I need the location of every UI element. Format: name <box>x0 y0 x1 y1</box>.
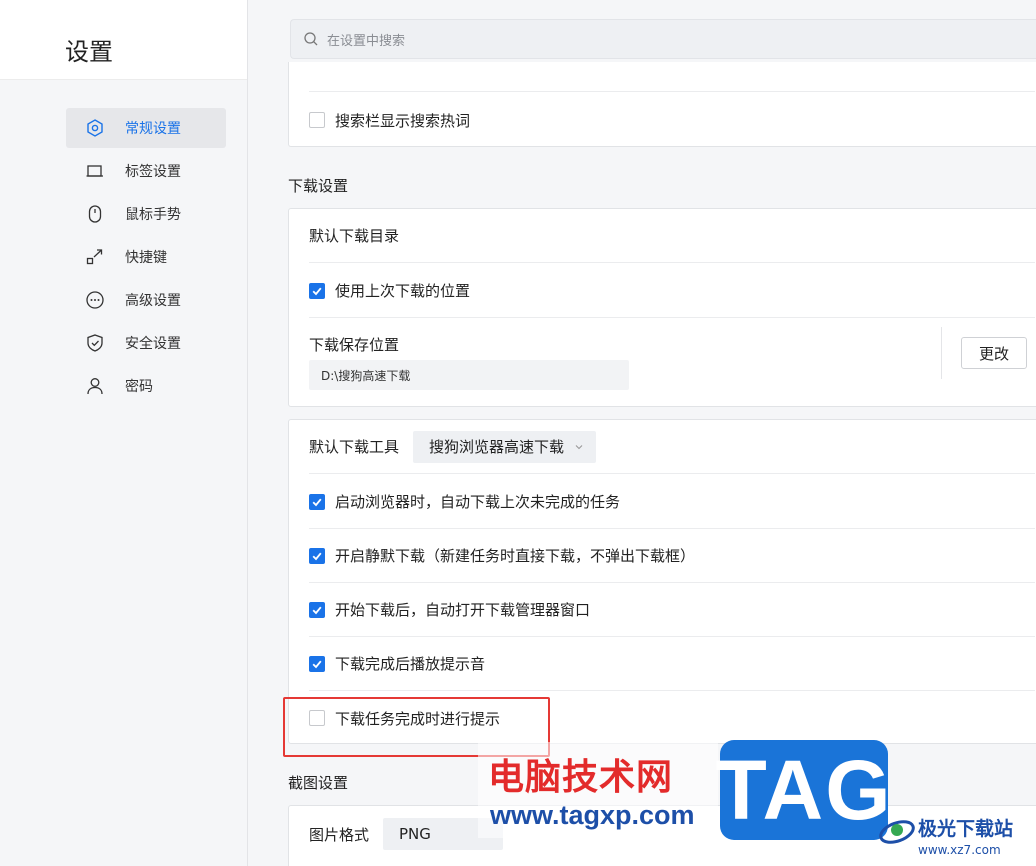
shortcut-icon <box>84 246 106 268</box>
download-section-title: 下载设置 <box>288 177 349 195</box>
sidebar-item-advanced[interactable]: 高级设置 <box>66 280 226 320</box>
search-hot-words-row[interactable]: 搜索栏显示搜索热词 <box>309 93 1035 147</box>
sidebar-item-passwords[interactable]: 密码 <box>66 366 226 406</box>
shield-icon <box>84 332 106 354</box>
check-icon <box>312 606 322 614</box>
divider <box>941 327 942 379</box>
sidebar-item-general[interactable]: 常规设置 <box>66 108 226 148</box>
tab-icon <box>84 160 106 182</box>
check-icon <box>312 498 322 506</box>
notify-complete-checkbox[interactable] <box>309 710 325 726</box>
download-dir-card: 默认下载目录 使用上次下载的位置 下载保存位置 D:\搜狗高速下载 更改 <box>288 208 1036 407</box>
save-location-label: 下载保存位置 <box>309 335 400 354</box>
watermark-url: www.tagxp.com <box>490 800 695 830</box>
sidebar-item-security[interactable]: 安全设置 <box>66 323 226 363</box>
download-tool-card: 默认下载工具 搜狗浏览器高速下载 启动浏览器时，自动下载上次未完成的任务 开启静… <box>288 419 1036 744</box>
option-row-silent[interactable]: 开启静默下载（新建任务时直接下载，不弹出下载框） <box>309 529 1035 583</box>
hexagon-gear-icon <box>84 117 106 139</box>
sidebar-item-shortcuts[interactable]: 快捷键 <box>66 237 226 277</box>
sidebar-item-label: 标签设置 <box>125 164 181 180</box>
sidebar-item-label: 安全设置 <box>125 336 181 352</box>
resume-tasks-checkbox[interactable] <box>309 493 325 510</box>
check-icon <box>312 660 322 668</box>
option-row-resume[interactable]: 启动浏览器时，自动下载上次未完成的任务 <box>309 475 1035 529</box>
checkbox-label: 下载任务完成时进行提示 <box>335 709 501 728</box>
save-path-display: D:\搜狗高速下载 <box>309 360 629 390</box>
mouse-icon <box>84 203 106 225</box>
check-icon <box>312 552 322 560</box>
settings-content: 搜索栏显示搜索热词 下载设置 默认下载目录 使用上次下载的位置 下载保存位置 D… <box>248 0 1036 866</box>
watermark-tag-logo: TAG <box>715 740 891 840</box>
option-row-sound[interactable]: 下载完成后播放提示音 <box>309 637 1035 691</box>
open-manager-checkbox[interactable] <box>309 601 325 618</box>
search-settings-card: 搜索栏显示搜索热词 <box>288 62 1036 147</box>
chevron-down-icon <box>575 444 583 449</box>
divider <box>309 62 1035 92</box>
sidebar-item-label: 常规设置 <box>125 121 181 137</box>
sidebar-item-label: 鼠标手势 <box>125 207 181 223</box>
option-row-notify[interactable]: 下载任务完成时进行提示 <box>309 691 1035 745</box>
use-last-location-row[interactable]: 使用上次下载的位置 <box>309 264 1035 318</box>
sidebar-item-label: 高级设置 <box>125 293 181 309</box>
sidebar-nav: 常规设置 标签设置 鼠标手势 快捷键 高级设置 安全设置 密码 <box>66 108 226 409</box>
checkbox-label: 下载完成后播放提示音 <box>335 655 486 673</box>
aurora-logo-icon <box>879 820 915 844</box>
sidebar-item-mouse-gestures[interactable]: 鼠标手势 <box>66 194 226 234</box>
default-dir-title: 默认下载目录 <box>309 209 1035 263</box>
default-tool-select[interactable]: 搜狗浏览器高速下载 <box>413 430 597 463</box>
silent-download-checkbox[interactable] <box>309 547 325 564</box>
option-row-open-manager[interactable]: 开始下载后，自动打开下载管理器窗口 <box>309 583 1035 637</box>
sidebar: 设置 常规设置 标签设置 鼠标手势 快捷键 高级设置 安全设置 密码 <box>0 0 248 866</box>
search-hot-words-checkbox[interactable] <box>309 112 325 128</box>
checkbox-label: 开始下载后，自动打开下载管理器窗口 <box>335 601 591 619</box>
change-location-button[interactable]: 更改 <box>961 337 1027 369</box>
use-last-location-checkbox[interactable] <box>309 282 325 299</box>
checkbox-label: 使用上次下载的位置 <box>335 282 471 300</box>
person-icon <box>84 375 106 397</box>
check-icon <box>312 287 322 295</box>
sidebar-item-label: 密码 <box>125 379 153 395</box>
sidebar-item-tabs[interactable]: 标签设置 <box>66 151 226 191</box>
page-title: 设置 <box>0 0 247 80</box>
screenshot-section-title: 截图设置 <box>288 774 349 792</box>
play-sound-checkbox[interactable] <box>309 655 325 672</box>
watermark-text: 电脑技术网 <box>488 757 674 798</box>
checkbox-label: 启动浏览器时，自动下载上次未完成的任务 <box>335 493 621 511</box>
watermark-site-logo: 极光下载站 www.xz7.com <box>876 808 1036 866</box>
checkbox-label: 开启静默下载（新建任务时直接下载，不弹出下载框） <box>335 547 696 565</box>
more-circle-icon <box>84 289 106 311</box>
checkbox-label: 搜索栏显示搜索热词 <box>335 111 471 130</box>
sidebar-item-label: 快捷键 <box>125 250 167 266</box>
default-tool-row: 默认下载工具 搜狗浏览器高速下载 <box>309 420 1035 474</box>
